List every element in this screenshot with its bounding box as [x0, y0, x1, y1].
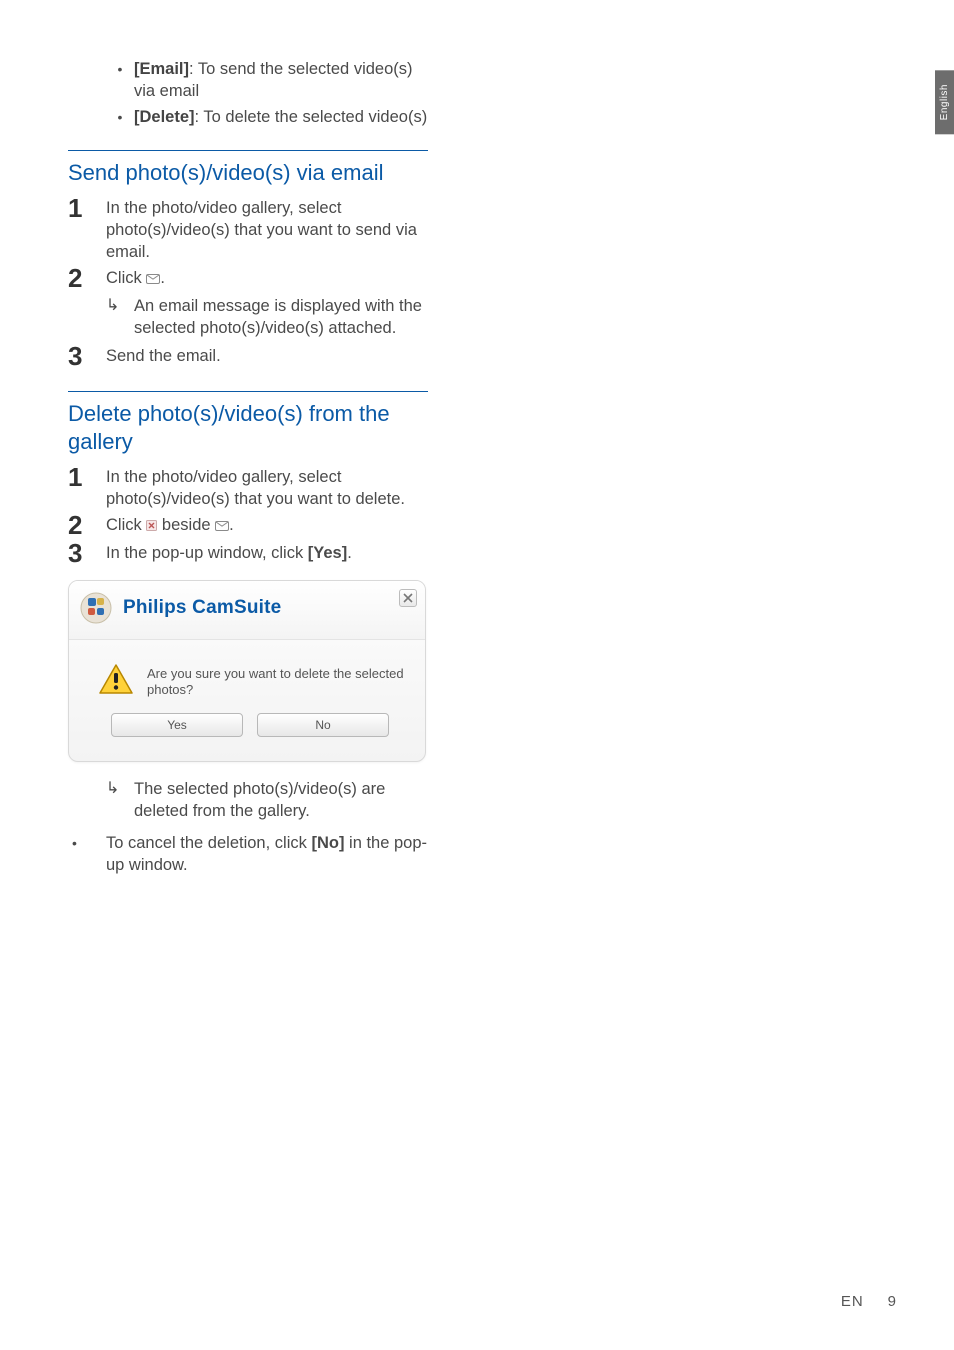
step-number: 3 [68, 343, 106, 369]
bullet-dot-icon: • [106, 106, 134, 128]
result-arrow-icon: ↳ [106, 295, 134, 317]
yes-button[interactable]: Yes [111, 713, 243, 737]
bullet-text: [Email]: To send the selected video(s) v… [134, 58, 428, 102]
step-number: 2 [68, 265, 106, 291]
step-number: 3 [68, 540, 106, 566]
step3d-suffix: . [347, 544, 352, 562]
bullet-text: [Delete]: To delete the selected video(s… [134, 106, 427, 128]
step-text: In the photo/video gallery, select photo… [106, 195, 428, 263]
x-delete-icon [146, 515, 157, 537]
bullet-rest: : To delete the selected video(s) [195, 108, 428, 126]
section-divider [68, 150, 428, 151]
bullet-dot-icon: • [106, 58, 134, 80]
dialog-header: Philips CamSuite [69, 581, 425, 640]
section-heading-delete: Delete photo(s)/video(s) from the galler… [68, 400, 428, 456]
step-1-email: 1 In the photo/video gallery, select pho… [68, 195, 428, 263]
envelope-icon [215, 515, 229, 537]
list-item: • [Delete]: To delete the selected video… [106, 106, 428, 128]
step-3-delete: 3 In the pop-up window, click [Yes]. [68, 540, 428, 566]
confirm-dialog: Philips CamSuite Are you sure you want t… [68, 580, 426, 762]
cancel-text: To cancel the deletion, click [No] in th… [106, 832, 428, 876]
section-heading-email: Send photo(s)/video(s) via email [68, 159, 428, 187]
dialog-body: Are you sure you want to delete the sele… [69, 640, 425, 761]
bullet-label: [Email] [134, 60, 189, 78]
list-item: • [Email]: To send the selected video(s)… [106, 58, 428, 102]
dialog-button-row: Yes No [111, 713, 397, 737]
step-2-email: 2 Click . [68, 265, 428, 291]
app-logo-icon [79, 591, 113, 625]
step-result: ↳ The selected photo(s)/video(s) are del… [106, 778, 428, 822]
step2-prefix: Click [106, 269, 146, 287]
step-text: Click beside . [106, 512, 234, 537]
language-tab: English [935, 70, 954, 134]
dialog-warning-row: Are you sure you want to delete the sele… [99, 664, 407, 699]
step-3-email: 3 Send the email. [68, 343, 428, 369]
step2d-prefix: Click [106, 516, 146, 534]
cancel-bold: [No] [311, 834, 344, 852]
step-text: Send the email. [106, 343, 221, 367]
step-text: In the pop-up window, click [Yes]. [106, 540, 352, 564]
envelope-icon [146, 268, 160, 290]
step3d-bold: [Yes] [308, 544, 347, 562]
step-text: In the photo/video gallery, select photo… [106, 464, 428, 510]
content-column: • [Email]: To send the selected video(s)… [68, 58, 428, 876]
step2d-mid: beside [157, 516, 215, 534]
step2d-suffix: . [229, 516, 234, 534]
step-number: 1 [68, 195, 106, 221]
result-text: The selected photo(s)/video(s) are delet… [134, 778, 428, 822]
step2-suffix: . [160, 269, 165, 287]
intro-bullet-list: • [Email]: To send the selected video(s)… [106, 58, 428, 128]
footer-page-number: 9 [888, 1293, 896, 1310]
step3d-prefix: In the pop-up window, click [106, 544, 308, 562]
page-footer: EN 9 [841, 1293, 896, 1310]
bullet-dot-icon: • [68, 832, 106, 854]
step-result: ↳ An email message is displayed with the… [106, 295, 428, 339]
step-number: 2 [68, 512, 106, 538]
bullet-label: [Delete] [134, 108, 195, 126]
step-2-delete: 2 Click beside . [68, 512, 428, 538]
result-text: An email message is displayed with the s… [134, 295, 428, 339]
no-button[interactable]: No [257, 713, 389, 737]
section-divider [68, 391, 428, 392]
footer-language: EN [841, 1293, 864, 1310]
step-number: 1 [68, 464, 106, 490]
close-icon [403, 593, 413, 603]
dialog-message: Are you sure you want to delete the sele… [147, 666, 407, 698]
result-arrow-icon: ↳ [106, 778, 134, 800]
warning-icon [99, 664, 133, 699]
dialog-close-button[interactable] [399, 589, 417, 607]
cancel-bullet: • To cancel the deletion, click [No] in … [68, 832, 428, 876]
step-text: Click . [106, 265, 165, 290]
step-1-delete: 1 In the photo/video gallery, select pho… [68, 464, 428, 510]
dialog-title: Philips CamSuite [123, 597, 281, 619]
cancel-prefix: To cancel the deletion, click [106, 834, 311, 852]
